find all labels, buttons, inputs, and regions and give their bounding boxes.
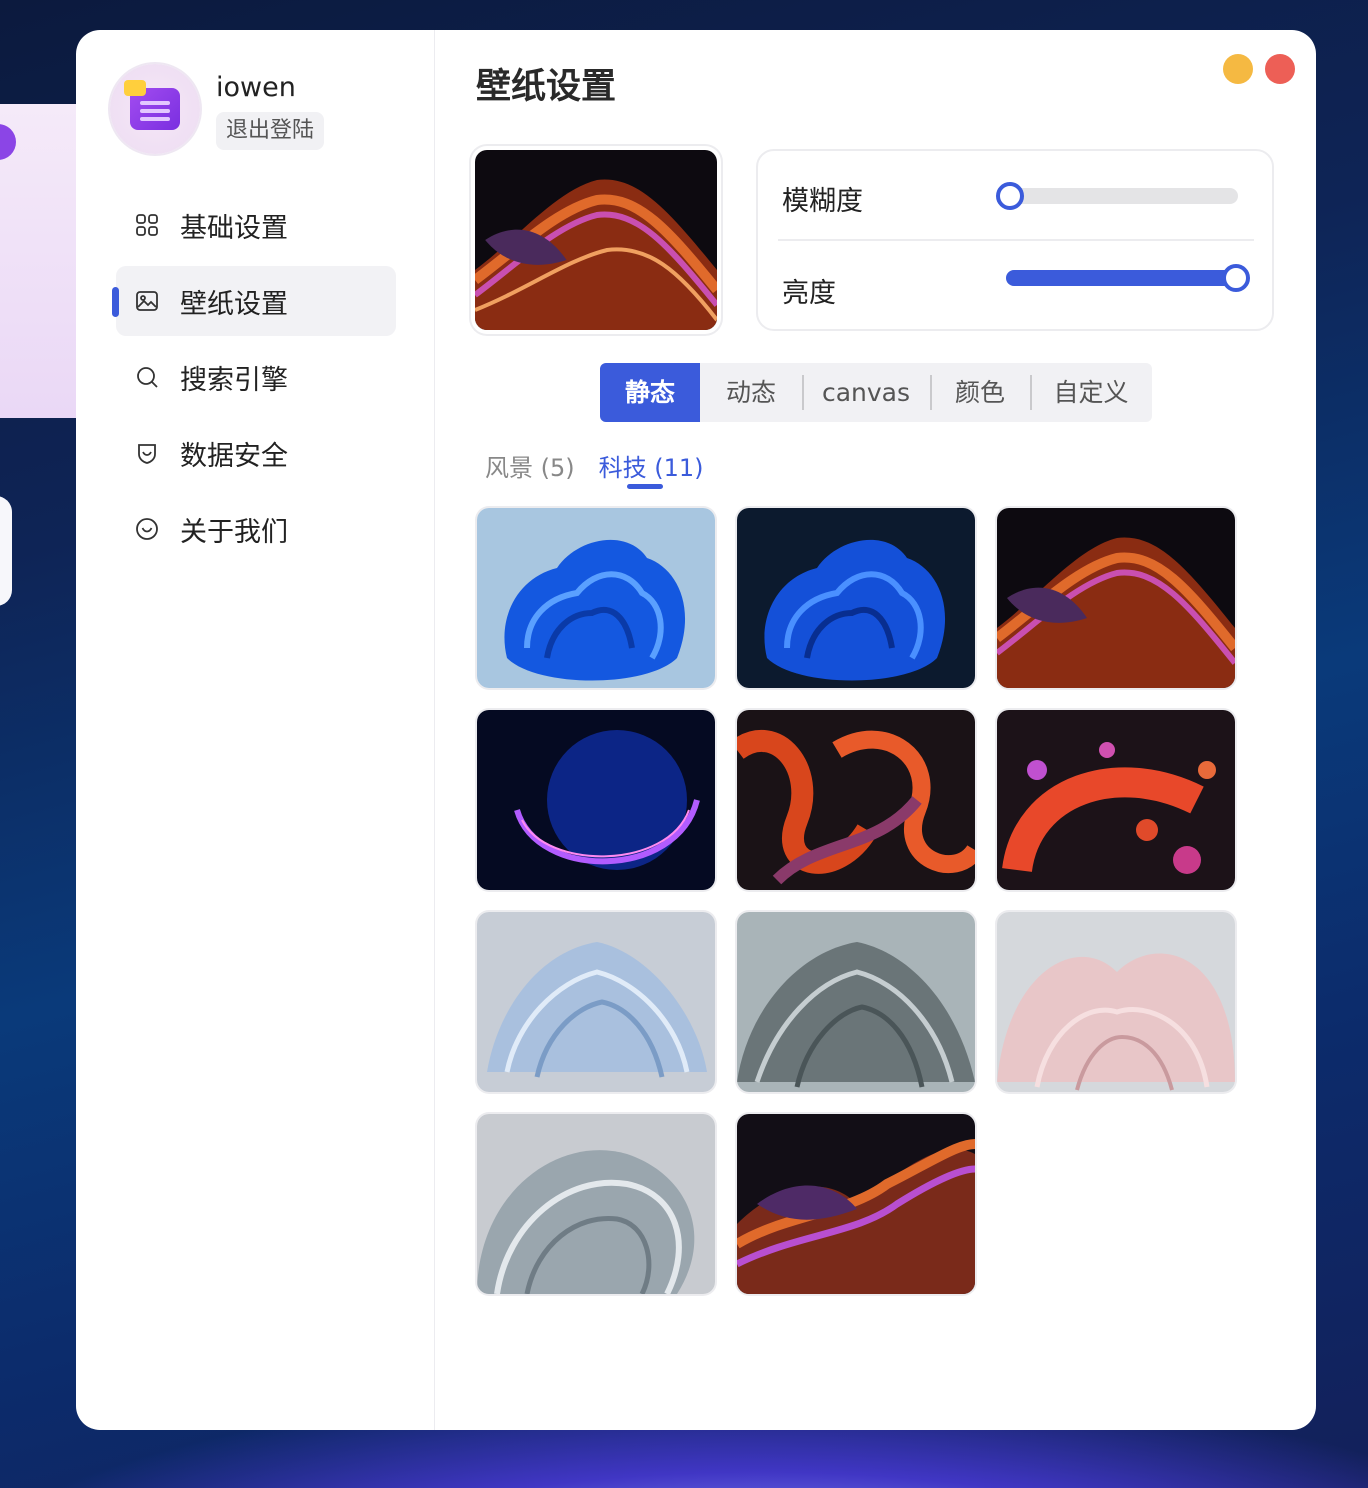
wallpaper-thumbnail[interactable]: [997, 912, 1235, 1092]
page-title: 壁纸设置: [476, 67, 617, 107]
wallpaper-thumbnail[interactable]: [737, 508, 975, 688]
sidebar-item-wallpaper[interactable]: 壁纸设置: [112, 266, 396, 336]
search-icon: [134, 364, 160, 390]
wallpaper-thumbnail[interactable]: [477, 1114, 715, 1294]
category-scenery[interactable]: 风景 (5): [485, 448, 575, 483]
category-tech[interactable]: 科技 (11): [599, 448, 704, 489]
wallpaper-thumbnail[interactable]: [477, 710, 715, 890]
slider-panel: 模糊度 亮度: [756, 149, 1274, 331]
brightness-slider-fill: [1006, 270, 1236, 286]
blur-slider-row: 模糊度: [778, 151, 1254, 241]
main-panel: 壁纸设置 模糊度 亮度 静态 动态 canvas 颜色 自定义 风景 (5) 科…: [435, 30, 1316, 1430]
brightness-label: 亮度: [782, 278, 836, 309]
logout-button[interactable]: 退出登陆: [216, 112, 325, 150]
shield-icon: [134, 440, 160, 466]
blur-slider[interactable]: [996, 182, 1238, 210]
category-tabs: 风景 (5) 科技 (11): [485, 448, 704, 489]
close-button[interactable]: [1265, 54, 1295, 84]
sidebar-item-label: 数据安全: [180, 440, 288, 472]
tab-dynamic[interactable]: 动态: [700, 363, 802, 422]
username: iowen: [216, 72, 296, 103]
brightness-slider-row: 亮度: [758, 243, 1272, 333]
image-icon: [134, 288, 160, 314]
wallpaper-thumbnail[interactable]: [477, 508, 715, 688]
brightness-slider-thumb[interactable]: [1222, 264, 1250, 292]
tab-canvas[interactable]: canvas: [802, 363, 930, 422]
sidebar-item-label: 关于我们: [180, 516, 288, 548]
background-card: [0, 496, 12, 606]
wallpaper-thumbnail[interactable]: [737, 1114, 975, 1294]
brightness-slider[interactable]: [1006, 264, 1250, 292]
wallpaper-preview: [471, 146, 721, 334]
tab-static[interactable]: 静态: [600, 363, 700, 422]
smile-icon: [134, 516, 160, 542]
blur-label: 模糊度: [782, 186, 863, 217]
tab-custom[interactable]: 自定义: [1030, 363, 1152, 422]
sidebar-item-label: 壁纸设置: [180, 288, 288, 320]
minimize-button[interactable]: [1223, 54, 1253, 84]
app-logo-icon: [124, 80, 180, 130]
wallpaper-thumbnail[interactable]: [737, 912, 975, 1092]
tab-color[interactable]: 颜色: [930, 363, 1030, 422]
sidebar-item-label: 基础设置: [180, 212, 288, 244]
avatar[interactable]: [110, 64, 200, 154]
sidebar-item-security[interactable]: 数据安全: [116, 418, 396, 488]
settings-window: iowen 退出登陆 基础设置 壁纸设置 搜索引擎 数据安全 关于我们 壁纸设置…: [76, 30, 1316, 1430]
sidebar-item-search[interactable]: 搜索引擎: [116, 342, 396, 412]
sidebar: iowen 退出登陆 基础设置 壁纸设置 搜索引擎 数据安全 关于我们: [76, 30, 435, 1430]
wallpaper-thumbnail[interactable]: [997, 508, 1235, 688]
preview-image: [475, 150, 717, 330]
wallpaper-thumbnail[interactable]: [997, 710, 1235, 890]
wallpaper-thumbnail[interactable]: [737, 710, 975, 890]
sidebar-item-basic[interactable]: 基础设置: [116, 190, 396, 260]
sidebar-nav: 基础设置 壁纸设置 搜索引擎 数据安全 关于我们: [112, 190, 396, 570]
wallpaper-type-tabs: 静态 动态 canvas 颜色 自定义: [600, 363, 1152, 422]
sidebar-item-label: 搜索引擎: [180, 364, 288, 396]
wallpaper-thumbnail[interactable]: [477, 912, 715, 1092]
blur-slider-thumb[interactable]: [996, 182, 1024, 210]
sidebar-item-about[interactable]: 关于我们: [116, 494, 396, 564]
grid-icon: [134, 212, 160, 238]
